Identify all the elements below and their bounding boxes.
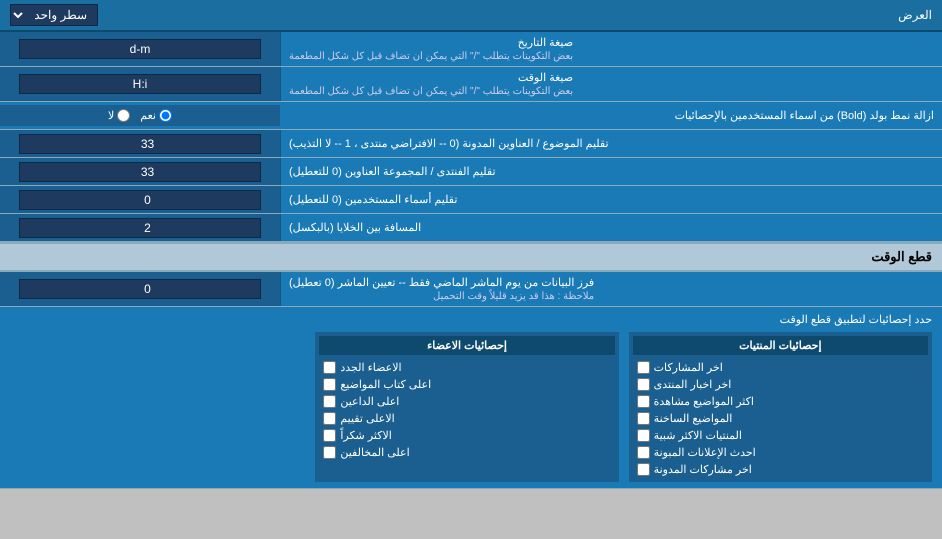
header-label: العرض (98, 8, 932, 22)
topic-titles-row: تقليم الموضوع / العناوين المدونة (0 -- ا… (0, 130, 942, 158)
checkbox-mem-2[interactable] (323, 378, 336, 391)
stats-section: حدد إحصائيات لتطبيق قطع الوقت إحصائيات ا… (0, 307, 942, 489)
stats-item-4: المواضيع الساخنة (633, 410, 928, 427)
topic-titles-label: تقليم الموضوع / العناوين المدونة (0 -- ا… (280, 130, 942, 157)
stats-mem-item-6: اعلى المخالفين (319, 444, 614, 461)
time-format-row: صيغة الوقت بعض التكوينات يتطلب "/" التي … (0, 67, 942, 102)
posts-stats-title: إحصائيات المنتيات (633, 336, 928, 355)
display-select[interactable]: سطر واحدسطرينثلاثة أسطر (10, 4, 98, 26)
stats-mem-item-3: اعلى الداعين (319, 393, 614, 410)
checkbox-posts-4[interactable] (637, 412, 650, 425)
radio-yes[interactable] (159, 109, 172, 122)
stats-mem-item-2: اعلى كتاب المواضيع (319, 376, 614, 393)
stats-item-5: المنتيات الاكثر شبية (633, 427, 928, 444)
checkbox-posts-3[interactable] (637, 395, 650, 408)
user-names-input-container (0, 186, 280, 213)
checkbox-mem-6[interactable] (323, 446, 336, 459)
forum-titles-input-container (0, 158, 280, 185)
time-format-label: صيغة الوقت بعض التكوينات يتطلب "/" التي … (280, 67, 942, 101)
forum-titles-row: تقليم الفنتدى / المجموعة العناوين (0 للت… (0, 158, 942, 186)
checkbox-mem-5[interactable] (323, 429, 336, 442)
bold-remove-row: ازالة نمط بولد (Bold) من اسماء المستخدمي… (0, 102, 942, 130)
checkbox-mem-4[interactable] (323, 412, 336, 425)
date-format-input-container (0, 32, 280, 66)
radio-no[interactable] (117, 109, 130, 122)
stats-item-3: اكثر المواضيع مشاهدة (633, 393, 928, 410)
date-format-label: صيغة التاريخ بعض التكوينات يتطلب "/" الت… (280, 32, 942, 66)
cell-spacing-input[interactable] (19, 218, 260, 238)
members-stats-title: إحصائيات الاعضاء (319, 336, 614, 355)
stats-mem-item-5: الاكثر شكراً (319, 427, 614, 444)
date-format-row: صيغة التاريخ بعض التكوينات يتطلب "/" الت… (0, 32, 942, 67)
time-cut-input[interactable] (19, 279, 260, 299)
checkbox-mem-3[interactable] (323, 395, 336, 408)
checkbox-posts-7[interactable] (637, 463, 650, 476)
topic-titles-input[interactable] (19, 134, 260, 154)
stats-item-2: اخر اخبار المنتدى (633, 376, 928, 393)
checkbox-posts-2[interactable] (637, 378, 650, 391)
user-names-label: تقليم أسماء المستخدمين (0 للتعطيل) (280, 186, 942, 213)
stats-grid: إحصائيات المنتيات اخر المشاركات اخر اخبا… (10, 332, 932, 482)
stats-mem-item-1: الاعضاء الجدد (319, 359, 614, 376)
stats-item-6: احدث الإعلانات المبونة (633, 444, 928, 461)
cell-spacing-input-container (0, 214, 280, 241)
time-cut-section-header: قطع الوقت (0, 242, 942, 272)
time-format-input-container (0, 67, 280, 101)
forum-titles-label: تقليم الفنتدى / المجموعة العناوين (0 للت… (280, 158, 942, 185)
topic-titles-input-container (0, 130, 280, 157)
bold-radio-area: نعم لا (0, 105, 280, 126)
user-names-row: تقليم أسماء المستخدمين (0 للتعطيل) (0, 186, 942, 214)
time-format-input[interactable] (19, 74, 260, 94)
main-container: العرض سطر واحدسطرينثلاثة أسطر صيغة التار… (0, 0, 942, 489)
forum-titles-input[interactable] (19, 162, 260, 182)
cell-spacing-row: المسافة بين الخلايا (بالبكسل) (0, 214, 942, 242)
radio-yes-label[interactable]: نعم (140, 109, 172, 122)
radio-no-label[interactable]: لا (108, 109, 130, 122)
time-cut-input-container (0, 272, 280, 306)
time-cut-label: فرز البيانات من يوم الماشر الماضي فقط --… (280, 272, 942, 306)
stats-item-1: اخر المشاركات (633, 359, 928, 376)
time-cut-row: فرز البيانات من يوم الماشر الماضي فقط --… (0, 272, 942, 307)
stats-limit-label: حدد إحصائيات لتطبيق قطع الوقت (10, 313, 932, 326)
cell-spacing-label: المسافة بين الخلايا (بالبكسل) (280, 214, 942, 241)
user-names-input[interactable] (19, 190, 260, 210)
checkbox-mem-1[interactable] (323, 361, 336, 374)
date-format-input[interactable] (19, 39, 260, 59)
members-stats-col: إحصائيات الاعضاء الاعضاء الجدد اعلى كتاب… (315, 332, 618, 482)
checkbox-posts-5[interactable] (637, 429, 650, 442)
header-row: العرض سطر واحدسطرينثلاثة أسطر (0, 0, 942, 32)
stats-item-7: اخر مشاركات المدونة (633, 461, 928, 478)
posts-stats-col: إحصائيات المنتيات اخر المشاركات اخر اخبا… (629, 332, 932, 482)
stats-right-area (10, 332, 305, 482)
checkbox-posts-1[interactable] (637, 361, 650, 374)
checkbox-posts-6[interactable] (637, 446, 650, 459)
stats-mem-item-4: الاعلى تقييم (319, 410, 614, 427)
